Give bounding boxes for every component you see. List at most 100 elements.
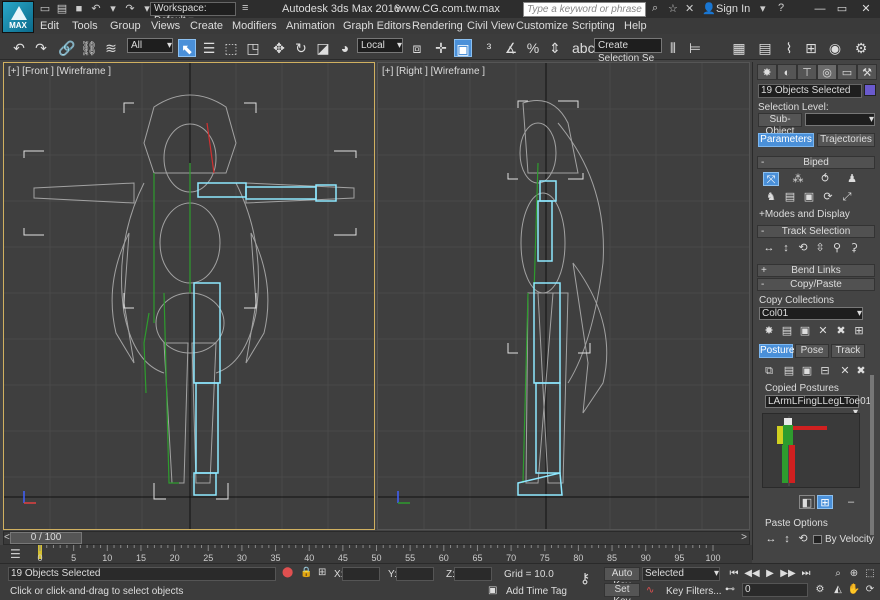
body-horizontal-icon[interactable]: ↔ [761,241,777,255]
help-icon[interactable]: ? [778,2,784,14]
go-to-end-icon[interactable]: ⏭ [798,567,814,581]
posture-tab[interactable]: Posture [759,344,794,358]
paste-horizontal-option-icon[interactable]: ↔ [763,532,779,546]
key-mode-dropdown[interactable]: Selected ▾ [642,567,720,581]
key-mode-toggle-icon[interactable]: ⊷ [722,583,738,597]
time-configuration-icon[interactable]: ⚙ [812,583,828,597]
lock-com-icon[interactable]: ⇳ [812,241,828,255]
menu-civil-view[interactable]: Civil View [467,20,514,32]
play-icon[interactable]: ▶ [762,567,778,581]
menu-edit[interactable]: Edit [40,20,59,32]
favorites-icon[interactable]: ☆ [668,2,678,15]
placement-icon[interactable]: ◕ [336,39,354,57]
reference-coordinate-dropdown[interactable]: Local ▾ [357,38,403,53]
scale-icon[interactable]: ◪ [314,39,332,57]
redo-icon[interactable]: ↷ [123,3,137,15]
render-setup-icon[interactable]: ⚙ [852,39,870,57]
keyboard-shortcut-override-icon[interactable]: ▣ [454,39,472,57]
opposite-icon[interactable]: ⚳ [846,241,862,255]
layer-explorer-icon[interactable]: ▦ [730,39,748,57]
material-editor-icon[interactable]: ◉ [826,39,844,57]
show-posture-icon[interactable]: ◧ [799,495,815,509]
isolate-selection-icon[interactable]: ⬤ [282,567,293,578]
create-collection-icon[interactable]: ✸ [761,324,777,338]
workspace-dropdown[interactable]: Workspace: Default ▾ [150,2,236,26]
select-object-icon[interactable]: ⬉ [178,39,196,57]
menu-scripting[interactable]: Scripting [572,20,615,32]
x-coordinate-field[interactable] [342,567,380,581]
selection-filter-dropdown[interactable]: All ▾ [127,38,173,53]
z-coordinate-field[interactable] [454,567,492,581]
set-key-button[interactable]: Set Key [604,583,640,600]
move-icon[interactable]: ✥ [270,39,288,57]
pose-tab[interactable]: Pose [795,344,829,358]
rotate-icon[interactable]: ↻ [292,39,310,57]
y-coordinate-field[interactable] [396,567,434,581]
command-panel-scrollbar[interactable] [870,375,874,535]
menu-tools[interactable]: Tools [72,20,98,32]
sign-in-link[interactable]: Sign In [716,3,750,15]
undo-icon[interactable]: ↶ [89,3,103,15]
save-file-icon[interactable]: ▣ [801,190,817,204]
time-tag-icon[interactable]: ▣ [488,585,497,596]
absolute-mode-icon[interactable]: ⊞ [318,567,326,578]
mirror-icon[interactable]: ⫴ [664,39,682,57]
capture-snapshot-icon[interactable]: ⊞ [817,495,833,509]
save-collection-icon[interactable]: ▣ [797,324,813,338]
parameters-tab[interactable]: Parameters [758,133,814,147]
app-logo-icon[interactable]: MAX [2,1,34,33]
track-tab[interactable]: Track [831,344,865,358]
menu-animation[interactable]: Animation [286,20,335,32]
paste-rotation-option-icon[interactable]: ⟲ [795,532,811,546]
menu-modifiers[interactable]: Modifiers [232,20,277,32]
track-selection-rollout-header[interactable]: - Track Selection [757,225,875,238]
auto-key-button[interactable]: Auto Key [604,567,640,591]
zoom-all-icon[interactable]: ⊕ [846,567,862,581]
maximize-icon[interactable]: ▭ [832,2,852,16]
paste-vertical-option-icon[interactable]: ↕ [779,532,795,546]
load-collection-icon[interactable]: ▤ [779,324,795,338]
copy-posture-icon[interactable]: ⧉ [761,364,777,378]
add-time-tag-button[interactable]: Add Time Tag [506,586,567,597]
undo-toolbar-icon[interactable]: ↶ [10,39,28,57]
footstep-mode-icon[interactable]: ⁂ [790,172,806,186]
by-velocity-checkbox[interactable] [813,535,822,544]
delete-all-postures-icon[interactable]: ✖ [853,364,869,378]
utilities-tab-icon[interactable]: ⚒ [857,64,877,80]
search-icon[interactable]: ⌕ [652,2,658,15]
motion-tab-icon[interactable]: ◎ [817,64,837,80]
motion-flow-icon[interactable]: ⥀ [817,172,833,186]
selection-lock-icon[interactable]: 🔒 [300,567,312,578]
select-by-name-icon[interactable]: ☰ [200,39,218,57]
paste-horizontal-icon[interactable]: ⊟ [817,364,833,378]
sub-object-button[interactable]: Sub-Object [758,113,802,137]
menu-customize[interactable]: Customize [516,20,568,32]
front-viewport-label[interactable]: [+] [Front ] [Wireframe ] [8,66,111,77]
curve-editor-icon[interactable]: ⌇ [780,39,798,57]
bind-space-warp-icon[interactable]: ≋ [102,39,120,57]
time-slider-thumb[interactable]: 0 / 100 [10,532,82,544]
trajectories-tab[interactable]: Trajectories [817,133,875,147]
copied-postures-dropdown[interactable]: LArmLFingLLegLToe01▾ [765,395,871,418]
save-icon[interactable]: ■ [72,3,86,15]
modes-display-toggle[interactable]: +Modes and Display [759,209,850,220]
figure-mode-icon[interactable]: ⤧ [763,172,779,186]
percent-snap-icon[interactable]: % [524,39,542,57]
delete-posture-icon[interactable]: ✕ [837,364,853,378]
track-bar[interactable]: ☰ 0 5 10 15 20 25 30 35 40 45 50 55 60 65 70 75 80 85 90 95… [0,545,752,563]
body-rotation-icon[interactable]: ⟲ [795,241,811,255]
select-manipulate-icon[interactable]: ✛ [432,39,450,57]
previous-frame-icon[interactable]: ◀◀ [744,567,760,581]
hierarchy-tab-icon[interactable]: ⊤ [797,64,817,80]
max-load-icon[interactable]: ⊞ [851,324,867,338]
search-input[interactable]: Type a keyword or phrase [523,2,646,17]
snaps-toggle-icon[interactable]: ³ [480,39,498,57]
collection-dropdown[interactable]: Col01 ▾ [759,307,863,320]
field-of-view-icon[interactable]: ◭ [830,583,846,597]
undo-dropdown-icon[interactable]: ▾ [106,3,120,15]
right-viewport-label[interactable]: [+] [Right ] [Wireframe ] [382,66,485,77]
create-tab-icon[interactable]: ✸ [757,64,777,80]
orbit-icon[interactable]: ⟳ [862,583,878,597]
biped-playback-icon[interactable]: ♞ [763,190,779,204]
named-selection-set-dropdown[interactable]: Create Selection Se [594,38,662,64]
